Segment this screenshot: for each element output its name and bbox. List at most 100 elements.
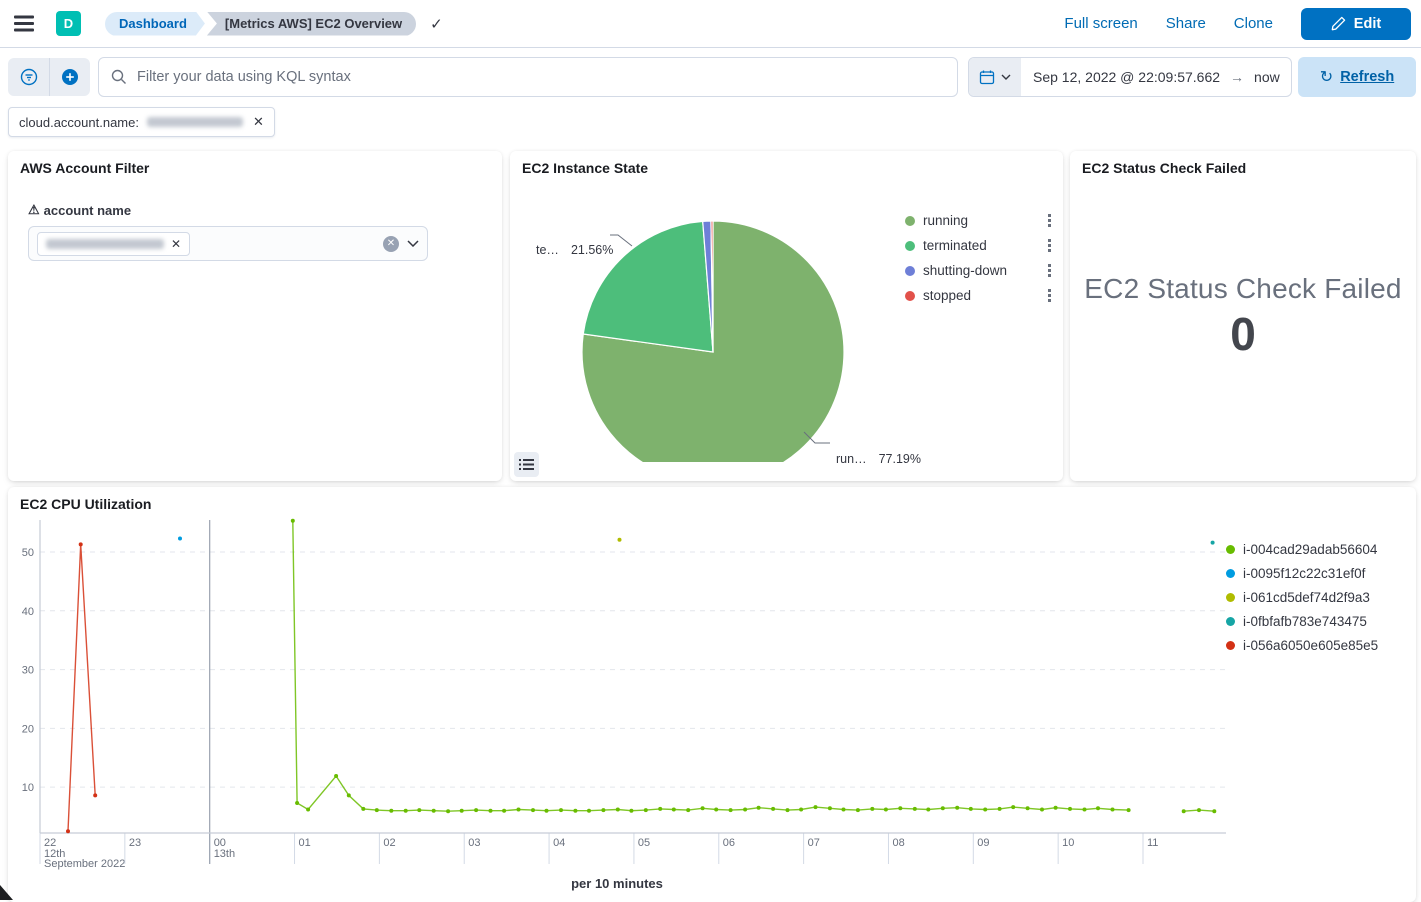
data-point [701, 806, 705, 810]
menu-icon[interactable] [0, 0, 48, 48]
legend-item-menu-icon[interactable] [1046, 262, 1053, 279]
data-point [771, 807, 775, 811]
svg-text:11: 11 [1147, 837, 1158, 849]
dropdown-chevron-icon[interactable] [407, 240, 419, 247]
edit-button[interactable]: Edit [1301, 8, 1411, 40]
svg-text:50: 50 [22, 547, 34, 559]
legend-item-running[interactable]: running [905, 212, 1053, 229]
control-label-text: account name [44, 203, 131, 218]
nav-actions: Full screen Share Clone Edit [1064, 8, 1421, 40]
legend-label: stopped [923, 288, 971, 303]
clear-selection-icon[interactable]: ✕ [383, 236, 399, 252]
data-point [1026, 806, 1030, 810]
data-point [474, 808, 478, 812]
data-point [517, 808, 521, 812]
breadcrumb-current-page[interactable]: [Metrics AWS] EC2 Overview [207, 12, 416, 36]
metric-value: 0 [1230, 307, 1256, 361]
panel-ec2-status-check-failed: EC2 Status Check Failed EC2 Status Check… [1070, 151, 1416, 481]
data-point [417, 808, 421, 812]
data-point [998, 807, 1002, 811]
legend-label: i-0fbfafb783e743475 [1243, 614, 1367, 629]
legend-item-i-056a6050e605e85e5[interactable]: i-056a6050e605e85e5 [1226, 638, 1378, 653]
legend-item-stopped[interactable]: stopped [905, 287, 1053, 304]
legend-item-i-061cd5def74d2f9a3[interactable]: i-061cd5def74d2f9a3 [1226, 590, 1378, 605]
data-point [870, 807, 874, 811]
data-point [913, 807, 917, 811]
legend-item-menu-icon[interactable] [1046, 287, 1053, 304]
svg-text:30: 30 [22, 665, 34, 677]
remove-filter-icon[interactable]: ✕ [253, 114, 264, 130]
panel-title: EC2 Instance State [510, 151, 1063, 176]
filter-buttons-group [8, 58, 90, 96]
share-button[interactable]: Share [1166, 15, 1206, 32]
breadcrumb-dashboard[interactable]: Dashboard [105, 12, 205, 36]
svg-text:02: 02 [383, 837, 395, 849]
data-point [898, 806, 902, 810]
tag-remove-icon[interactable]: ✕ [171, 237, 181, 251]
data-point [389, 809, 393, 813]
saved-check-icon: ✓ [430, 15, 443, 33]
refresh-button-label: Refresh [1340, 69, 1394, 85]
panel-ec2-cpu-utilization: EC2 CPU Utilization 10203040502212thSept… [8, 487, 1416, 902]
data-point [618, 538, 622, 542]
top-navigation: D Dashboard [Metrics AWS] EC2 Overview ✓… [0, 0, 1421, 48]
legend-item-i-0095f12c22c31ef0f[interactable]: i-0095f12c22c31ef0f [1226, 566, 1378, 581]
pie-slice-terminated[interactable] [583, 221, 713, 352]
refresh-button[interactable]: ↻ Refresh [1298, 57, 1416, 97]
data-point [714, 808, 718, 812]
add-filter-button[interactable] [49, 58, 90, 96]
data-point [969, 807, 973, 811]
legend-item-menu-icon[interactable] [1046, 212, 1053, 229]
data-point [460, 809, 464, 813]
legend-dot-icon [1226, 593, 1235, 602]
pie-label-terminated: te…21.56% [536, 243, 613, 257]
plus-in-circle-icon [61, 68, 79, 86]
data-point [93, 793, 97, 797]
legend-item-i-004cad29adab56604[interactable]: i-004cad29adab56604 [1226, 542, 1378, 557]
refresh-icon: ↻ [1320, 67, 1333, 87]
data-point [757, 806, 761, 810]
svg-text:20: 20 [22, 723, 34, 735]
legend-item-menu-icon[interactable] [1046, 237, 1053, 254]
legend-item-terminated[interactable]: terminated [905, 237, 1053, 254]
date-picker-menu-button[interactable] [969, 58, 1021, 96]
arrow-right-icon: → [1230, 69, 1244, 85]
app-icon-badge[interactable]: D [56, 11, 81, 36]
kql-search-input[interactable] [137, 69, 945, 85]
data-point [66, 829, 70, 833]
data-point [573, 809, 577, 813]
data-point [983, 808, 987, 812]
data-point [531, 808, 535, 812]
legend-dot-icon [905, 266, 915, 276]
date-range-start[interactable]: Sep 12, 2022 @ 22:09:57.662 [1033, 69, 1220, 85]
data-point [295, 801, 299, 805]
svg-text:09: 09 [977, 837, 989, 849]
x-axis-unit-label: per 10 minutes [8, 876, 1226, 891]
data-point [361, 807, 365, 811]
date-range-end[interactable]: now [1254, 69, 1280, 85]
panel-ec2-instance-state: EC2 Instance State te…21.56% run…77.19% … [510, 151, 1063, 481]
search-icon [111, 69, 127, 85]
control-label: ⚠ account name [28, 202, 502, 218]
query-toolbar: Sep 12, 2022 @ 22:09:57.662 → now ↻ Refr… [0, 48, 1421, 97]
filter-pill-cloud-account-name[interactable]: cloud.account.name: ✕ [8, 107, 275, 137]
legend-dot-icon [1226, 545, 1235, 554]
full-screen-button[interactable]: Full screen [1064, 15, 1137, 32]
legend-item-shutting-down[interactable]: shutting-down [905, 262, 1053, 279]
legend-toggle-button[interactable] [514, 452, 539, 477]
legend-item-i-0fbfafb783e743475[interactable]: i-0fbfafb783e743475 [1226, 614, 1378, 629]
account-name-combobox[interactable]: ✕ ✕ [28, 226, 428, 261]
panel-aws-account-filter: AWS Account Filter ⚠ account name ✕ ✕ [8, 151, 502, 481]
clone-button[interactable]: Clone [1234, 15, 1273, 32]
warning-icon: ⚠ [28, 202, 40, 218]
data-point [502, 809, 506, 813]
pie-label-running: run…77.19% [836, 452, 921, 466]
svg-text:23: 23 [129, 837, 141, 849]
data-point [1127, 808, 1131, 812]
cpu-line-chart: 10203040502212thSeptember 2022230013th01… [8, 512, 1226, 874]
data-point [601, 808, 605, 812]
data-point [955, 806, 959, 810]
line-series-i-056a6050e605e85e5 [68, 544, 95, 831]
saved-query-filter-button[interactable] [8, 58, 49, 96]
svg-text:10: 10 [1062, 837, 1074, 849]
